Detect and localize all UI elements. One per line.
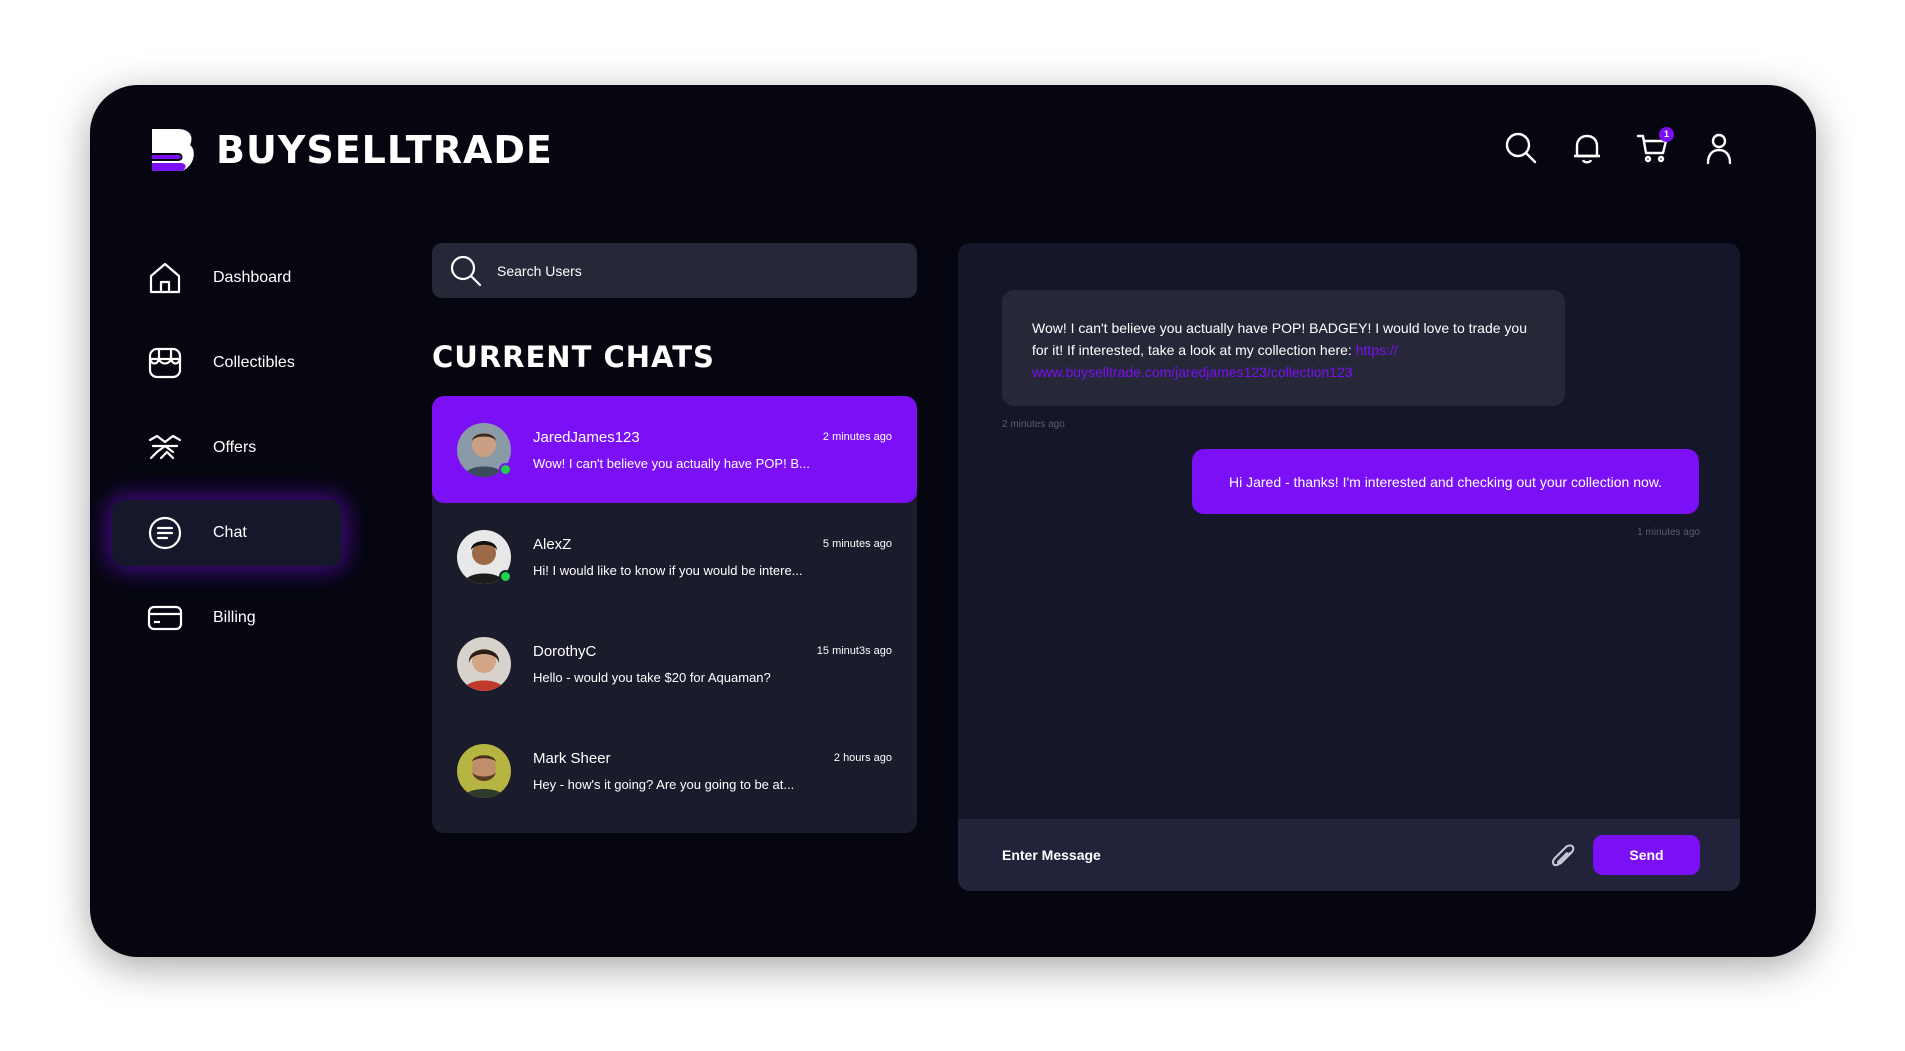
message-input[interactable]	[1002, 847, 1542, 863]
chat-list-item[interactable]: JaredJames123 Wow! I can't believe you a…	[432, 396, 917, 503]
home-icon	[147, 260, 183, 296]
sidebar-item-offers[interactable]: Offers	[112, 415, 342, 481]
sidebar-nav: Dashboard Collectibles Offers Chat Billi…	[112, 245, 342, 670]
sidebar-item-billing[interactable]: Billing	[112, 585, 342, 651]
sidebar-item-collectibles[interactable]: Collectibles	[112, 330, 342, 396]
outgoing-message-text: Hi Jared - thanks! I'm interested and ch…	[1228, 473, 1662, 490]
chat-timestamp: 15 minut3s ago	[816, 645, 892, 657]
sidebar-item-label: Chat	[213, 524, 247, 541]
online-indicator	[499, 569, 512, 583]
chat-timestamp: 5 minutes ago	[822, 538, 892, 550]
chat-preview: Hi! I would like to know if you would be…	[533, 562, 803, 578]
avatar	[457, 529, 512, 584]
incoming-message: Wow! I can't believe you actually have P…	[1002, 290, 1565, 406]
sidebar-item-label: Collectibles	[213, 354, 295, 371]
app-window: BUYSELLTRADE 1 Dashboard Collectibles Of…	[90, 85, 1816, 957]
search-icon[interactable]	[1504, 131, 1538, 165]
search-users-input[interactable]	[497, 262, 877, 279]
header-actions: 1	[1504, 127, 1736, 165]
outgoing-message-time: 1 minutes ago	[1637, 527, 1700, 538]
handshake-icon	[147, 430, 183, 466]
bell-icon[interactable]	[1570, 131, 1604, 165]
search-icon	[450, 255, 482, 286]
sidebar-item-label: Dashboard	[213, 269, 292, 286]
credit-card-icon	[147, 600, 183, 636]
chat-list-item[interactable]: DorothyC Hello - would you take $20 for …	[432, 610, 917, 717]
cart-count-badge: 1	[1659, 127, 1674, 142]
paperclip-icon[interactable]	[1548, 841, 1578, 871]
chat-preview: Hello - would you take $20 for Aquaman?	[533, 669, 771, 685]
current-chats-heading: CURRENT CHATS	[432, 340, 715, 374]
sidebar-item-dashboard[interactable]: Dashboard	[112, 245, 342, 311]
brand-name: BUYSELLTRADE	[216, 128, 553, 172]
conversation-panel: Wow! I can't believe you actually have P…	[958, 243, 1740, 891]
online-indicator	[499, 462, 512, 476]
brand-logo[interactable]: BUYSELLTRADE	[148, 125, 553, 175]
user-icon[interactable]	[1702, 131, 1736, 165]
chat-timestamp: 2 hours ago	[833, 752, 892, 764]
sidebar-item-label: Billing	[213, 609, 256, 626]
chat-preview: Wow! I can't believe you actually have P…	[533, 455, 810, 471]
sidebar-item-label: Offers	[213, 439, 257, 456]
storefront-icon	[147, 345, 183, 381]
message-composer: Send	[958, 819, 1740, 891]
sidebar-item-chat[interactable]: Chat	[112, 500, 342, 566]
chat-list: JaredJames123 Wow! I can't believe you a…	[432, 396, 917, 833]
avatar	[457, 636, 511, 691]
chat-preview: Hey - how's it going? Are you going to b…	[533, 776, 795, 792]
incoming-message-time: 2 minutes ago	[1002, 419, 1065, 430]
chat-icon	[147, 515, 183, 551]
logo-mark-icon	[152, 129, 194, 171]
chat-list-item[interactable]: AlexZ Hi! I would like to know if you wo…	[432, 503, 917, 610]
incoming-message-text: Wow! I can't believe you actually have P…	[1032, 320, 1527, 358]
cart-icon[interactable]: 1	[1636, 127, 1674, 165]
avatar	[457, 422, 512, 477]
user-search[interactable]	[432, 243, 917, 298]
avatar	[457, 743, 511, 798]
chat-timestamp: 2 minutes ago	[822, 431, 892, 443]
chat-list-item[interactable]: Mark Sheer Hey - how's it going? Are you…	[432, 717, 917, 824]
outgoing-message: Hi Jared - thanks! I'm interested and ch…	[1192, 449, 1699, 514]
send-button[interactable]: Send	[1593, 835, 1700, 875]
